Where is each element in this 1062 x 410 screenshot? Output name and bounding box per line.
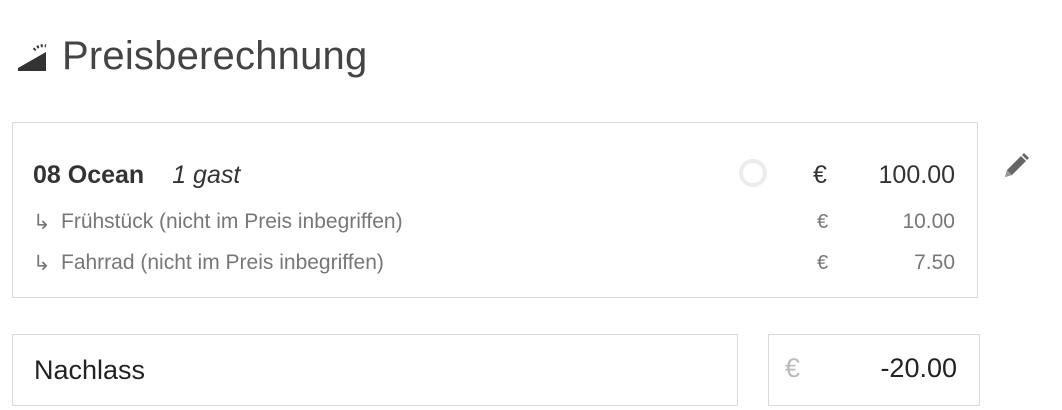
pencil-icon: [1000, 153, 1032, 186]
extra-row: ↳ Frühstück (nicht im Preis inbegriffen)…: [33, 207, 955, 237]
room-price-card: 08 Ocean 1 gast € 100.00 ↳ Frühstück (ni…: [12, 122, 978, 298]
sub-arrow-icon: ↳: [33, 210, 51, 234]
discount-amount-field[interactable]: € -20.00: [768, 334, 980, 406]
room-amount: 100.00: [878, 160, 955, 189]
extra-amount: 10.00: [902, 210, 955, 233]
extra-label: Frühstück (nicht im Preis inbegriffen): [61, 210, 403, 233]
extra-currency: €: [817, 251, 829, 274]
room-name: 08 Ocean: [33, 160, 145, 189]
edit-button[interactable]: [1000, 150, 1032, 182]
discount-label: Nachlass: [34, 354, 146, 385]
room-row: 08 Ocean 1 gast € 100.00: [33, 157, 955, 193]
extra-amount: 7.50: [914, 251, 955, 274]
guest-count: 1 gast: [172, 160, 241, 189]
discount-currency: €: [785, 353, 801, 383]
status-circle-icon[interactable]: [739, 159, 767, 187]
room-currency: €: [813, 160, 827, 189]
extra-label: Fahrrad (nicht im Preis inbegriffen): [61, 251, 384, 274]
calculator-icon: [16, 40, 48, 72]
page-title: Preisberechnung: [62, 33, 368, 78]
sub-arrow-icon: ↳: [33, 251, 51, 275]
discount-amount: -20.00: [880, 353, 957, 383]
page-header: Preisberechnung: [16, 30, 367, 82]
extra-row: ↳ Fahrrad (nicht im Preis inbegriffen) €…: [33, 248, 955, 278]
discount-label-field[interactable]: Nachlass: [12, 334, 738, 406]
extra-currency: €: [817, 210, 829, 233]
